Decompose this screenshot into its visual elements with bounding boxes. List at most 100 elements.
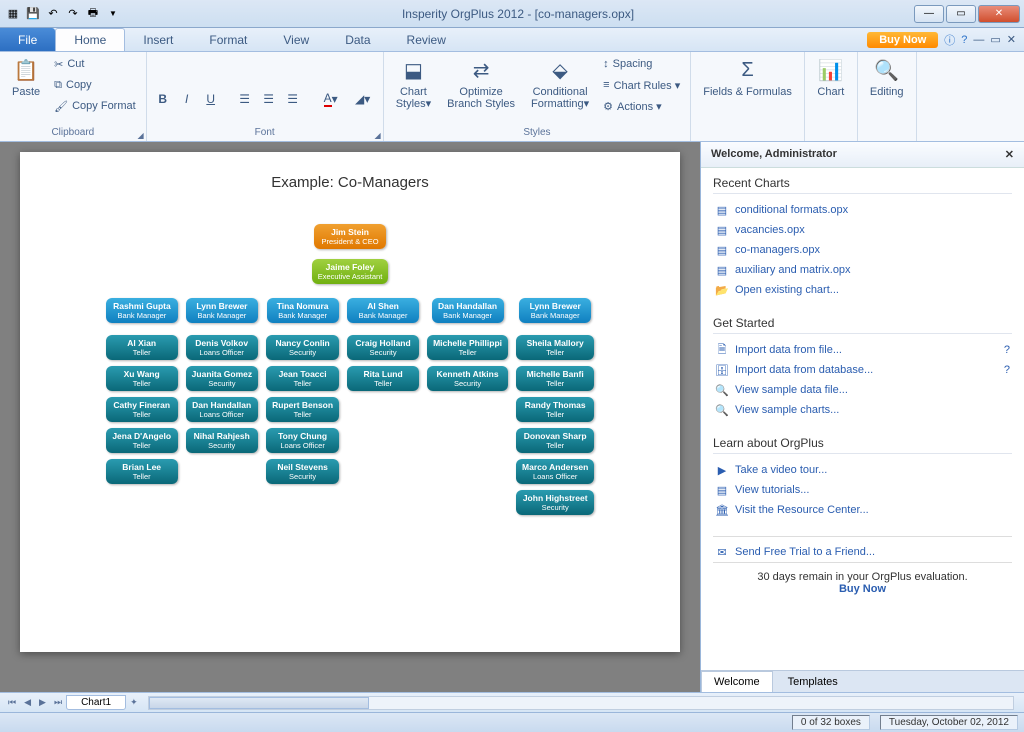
org-node-emp[interactable]: Michelle PhillippiTeller [427, 335, 508, 360]
org-node-emp[interactable]: Marco AndersenLoans Officer [516, 459, 594, 484]
org-node-emp[interactable]: Michelle BanfiTeller [516, 366, 594, 391]
print-icon[interactable]: 🖶 [84, 5, 102, 23]
copy-format-button[interactable]: 🖌Copy Format [50, 96, 140, 116]
sp-tab-welcome[interactable]: Welcome [701, 671, 773, 692]
editing-button[interactable]: 🔍Editing [864, 54, 910, 100]
align-left-button[interactable]: ☰ [235, 89, 255, 109]
sheet-nav-prev[interactable]: ◀ [20, 697, 35, 708]
org-node-emp[interactable]: Xu WangTeller [106, 366, 178, 391]
align-right-button[interactable]: ☰ [283, 89, 303, 109]
qat-dropdown-icon[interactable]: ▼ [104, 5, 122, 23]
actions-button[interactable]: ⚙Actions ▾ [599, 96, 684, 116]
org-node-emp[interactable]: Jean ToacciTeller [266, 366, 339, 391]
sp-tab-templates[interactable]: Templates [775, 671, 851, 692]
getstarted-link[interactable]: 🔍View sample data file... [713, 380, 1012, 400]
org-node-mgr[interactable]: Lynn BrewerBank Manager [519, 298, 591, 323]
tab-format[interactable]: Format [191, 28, 265, 51]
recent-chart-link[interactable]: ▤vacancies.opx [713, 220, 1012, 240]
sheet-nav-first[interactable]: ⏮ [4, 697, 20, 708]
org-node-emp[interactable]: Rita LundTeller [347, 366, 419, 391]
paste-button[interactable]: 📋 Paste [6, 54, 46, 100]
underline-button[interactable]: U [201, 89, 221, 109]
org-node-mgr[interactable]: Al ShenBank Manager [347, 298, 419, 323]
tab-data[interactable]: Data [327, 28, 388, 51]
org-node-emp[interactable]: Nihal RahjeshSecurity [186, 428, 258, 453]
send-trial-link[interactable]: ✉Send Free Trial to a Friend... [713, 536, 1012, 562]
chart-styles-button[interactable]: ⬓Chart Styles▾ [390, 54, 437, 112]
org-node-emp[interactable]: Denis VolkovLoans Officer [186, 335, 258, 360]
minimize-button[interactable]: — [914, 5, 944, 23]
fields-formulas-button[interactable]: ΣFields & Formulas [697, 54, 798, 100]
app-icon[interactable]: ▦ [4, 5, 22, 23]
org-node-emp[interactable]: Brian LeeTeller [106, 459, 178, 484]
org-node-emp[interactable]: Al XianTeller [106, 335, 178, 360]
open-existing-link[interactable]: 📂Open existing chart... [713, 280, 1012, 300]
tab-view[interactable]: View [265, 28, 327, 51]
buy-now-button[interactable]: Buy Now [867, 32, 938, 48]
org-node-mgr[interactable]: Dan HandallanBank Manager [432, 298, 504, 323]
canvas-area[interactable]: Example: Co-Managers Jim SteinPresident … [0, 142, 700, 692]
help-icon[interactable]: ? [1004, 344, 1010, 356]
org-node-assistant[interactable]: Jaime FoleyExecutive Assistant [312, 259, 389, 284]
org-node-emp[interactable]: Craig HollandSecurity [347, 335, 419, 360]
mdi-minimize-icon[interactable]: — [973, 34, 984, 46]
undo-icon[interactable]: ↶ [44, 5, 62, 23]
clipboard-dialog-launcher[interactable]: ◢ [138, 131, 144, 140]
help-icon[interactable]: ? [961, 34, 967, 46]
org-node-emp[interactable]: Juanita GomezSecurity [186, 366, 258, 391]
bold-button[interactable]: B [153, 89, 173, 109]
tab-home[interactable]: Home [55, 28, 125, 51]
save-icon[interactable]: 💾 [24, 5, 42, 23]
spacing-button[interactable]: ↕Spacing [599, 54, 684, 74]
tab-insert[interactable]: Insert [125, 28, 191, 51]
org-node-emp[interactable]: Jena D'AngeloTeller [106, 428, 178, 453]
side-panel-close-icon[interactable]: ✕ [1005, 148, 1014, 161]
org-node-emp[interactable]: Sheila MalloryTeller [516, 335, 594, 360]
close-button[interactable]: ✕ [978, 5, 1020, 23]
org-node-emp[interactable]: Dan HandallanLoans Officer [186, 397, 258, 422]
recent-chart-link[interactable]: ▤conditional formats.opx [713, 200, 1012, 220]
scroll-thumb[interactable] [149, 697, 369, 709]
horizontal-scrollbar[interactable] [148, 696, 1014, 710]
getstarted-link[interactable]: 🔍View sample charts... [713, 400, 1012, 420]
learn-link[interactable]: ▤View tutorials... [713, 480, 1012, 500]
learn-link[interactable]: ▶Take a video tour... [713, 460, 1012, 480]
chart-rules-button[interactable]: ≡Chart Rules ▾ [599, 75, 684, 95]
org-node-emp[interactable]: John HighstreetSecurity [516, 490, 594, 515]
getstarted-link[interactable]: 🗄Import data from database...? [713, 360, 1012, 380]
recent-chart-link[interactable]: ▤auxiliary and matrix.opx [713, 260, 1012, 280]
tab-review[interactable]: Review [389, 28, 464, 51]
mdi-close-icon[interactable]: ✕ [1007, 33, 1016, 46]
fill-color-button[interactable]: ◢▾ [349, 89, 377, 109]
cut-button[interactable]: ✂Cut [50, 54, 140, 74]
new-sheet-icon[interactable]: ✦ [126, 697, 142, 708]
org-node-ceo[interactable]: Jim SteinPresident & CEO [314, 224, 386, 249]
font-dialog-launcher[interactable]: ◢ [375, 131, 381, 140]
org-node-emp[interactable]: Nancy ConlinSecurity [266, 335, 339, 360]
sheet-tab[interactable]: Chart1 [66, 695, 126, 710]
org-node-emp[interactable]: Tony ChungLoans Officer [266, 428, 339, 453]
optimize-branch-button[interactable]: ⇄Optimize Branch Styles [441, 54, 521, 112]
org-chart[interactable]: Jim SteinPresident & CEO Jaime FoleyExecu… [32, 221, 668, 518]
sheet-nav-next[interactable]: ▶ [35, 697, 50, 708]
redo-icon[interactable]: ↷ [64, 5, 82, 23]
conditional-formatting-button[interactable]: ⬙Conditional Formatting▾ [525, 54, 595, 112]
org-node-mgr[interactable]: Tina NomuraBank Manager [267, 298, 339, 323]
org-node-emp[interactable]: Neil StevensSecurity [266, 459, 339, 484]
recent-chart-link[interactable]: ▤co-managers.opx [713, 240, 1012, 260]
org-node-emp[interactable]: Donovan SharpTeller [516, 428, 594, 453]
font-color-button[interactable]: A▾ [317, 89, 345, 109]
help-icon[interactable]: ? [1004, 364, 1010, 376]
copy-button[interactable]: ⧉Copy [50, 75, 140, 95]
org-node-emp[interactable]: Kenneth AtkinsSecurity [427, 366, 508, 391]
eval-buy-link[interactable]: Buy Now [839, 583, 886, 595]
sheet-nav-last[interactable]: ⏭ [50, 697, 66, 708]
align-center-button[interactable]: ☰ [259, 89, 279, 109]
org-node-emp[interactable]: Rupert BensonTeller [266, 397, 339, 422]
learn-link[interactable]: 🏛Visit the Resource Center... [713, 500, 1012, 520]
getstarted-link[interactable]: 🗎Import data from file...? [713, 340, 1012, 360]
info-icon[interactable]: ⓘ [944, 32, 955, 48]
org-node-mgr[interactable]: Rashmi GuptaBank Manager [106, 298, 178, 323]
chart-button[interactable]: 📊Chart [811, 54, 851, 100]
org-node-emp[interactable]: Cathy FineranTeller [106, 397, 178, 422]
